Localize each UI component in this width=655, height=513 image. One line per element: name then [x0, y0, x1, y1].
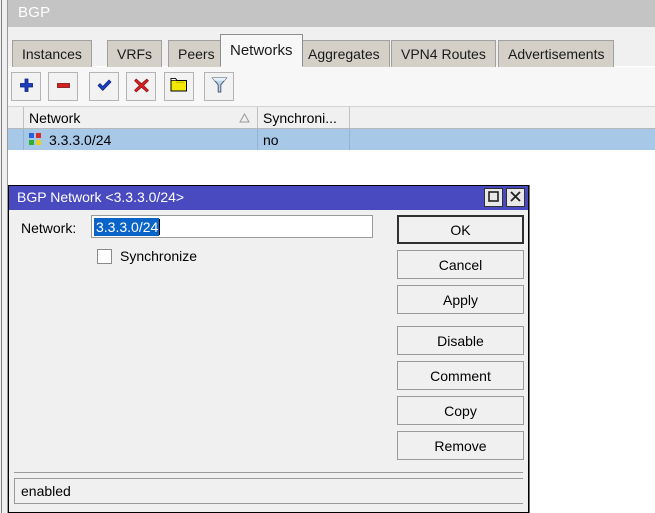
button-label: OK — [450, 222, 470, 238]
dialog-status-text: enabled — [21, 483, 71, 499]
dialog-body: Network: 3.3.3.0/24 Synchronize OK Cance… — [9, 210, 528, 512]
button-label: Comment — [430, 368, 491, 384]
button-label: Copy — [444, 403, 477, 419]
column-header-spare[interactable] — [350, 107, 655, 128]
cell-spare — [350, 129, 655, 150]
network-grid-icon — [29, 133, 42, 146]
apply-button[interactable]: Apply — [397, 285, 524, 314]
row-gutter — [8, 129, 24, 150]
network-field-label: Network: — [21, 220, 76, 236]
remove-button[interactable] — [48, 72, 78, 101]
minus-icon — [55, 77, 72, 97]
table-header-gutter — [8, 107, 24, 128]
bgp-network-dialog: BGP Network <3.3.3.0/24> Network: — [8, 185, 529, 513]
cell-synchronize: no — [258, 129, 350, 150]
tab-aggregates[interactable]: Aggregates — [298, 40, 390, 67]
button-label: Apply — [443, 292, 478, 308]
maximize-button[interactable] — [484, 188, 503, 207]
disable-button[interactable] — [126, 72, 156, 101]
network-input[interactable]: 3.3.3.0/24 — [91, 215, 373, 238]
tab-label: VRFs — [117, 46, 152, 62]
network-input-value: 3.3.3.0/24 — [94, 218, 159, 236]
close-icon — [509, 190, 522, 206]
window-titlebar[interactable]: BGP — [8, 0, 655, 27]
column-header-network[interactable]: Network — [24, 107, 258, 128]
dialog-statusbar: enabled — [14, 478, 523, 504]
plus-icon — [18, 77, 35, 97]
close-button[interactable] — [506, 188, 525, 207]
maximize-icon — [487, 190, 500, 206]
synchronize-checkbox[interactable] — [97, 249, 112, 264]
tab-vrfs[interactable]: VRFs — [107, 40, 162, 67]
tab-label: Networks — [230, 42, 293, 59]
check-icon — [96, 77, 113, 97]
note-icon — [170, 77, 188, 96]
dialog-title: BGP Network <3.3.3.0/24> — [17, 189, 184, 205]
bgp-window: BGP Instances VRFs Peers Networks Aggreg… — [0, 0, 655, 513]
table-header-row: Network Synchroni... — [8, 107, 655, 129]
tab-label: Advertisements — [508, 46, 604, 62]
enable-button[interactable] — [89, 72, 119, 101]
synchronize-label: Synchronize — [120, 248, 197, 264]
cancel-button[interactable]: Cancel — [397, 250, 524, 279]
column-header-synchronize[interactable]: Synchroni... — [258, 107, 350, 128]
ok-button[interactable]: OK — [397, 215, 524, 244]
button-label: Remove — [434, 438, 486, 454]
remove-button[interactable]: Remove — [397, 431, 524, 460]
tab-instances[interactable]: Instances — [12, 40, 92, 67]
tab-label: Peers — [178, 46, 215, 62]
table-row[interactable]: 3.3.3.0/24 no — [8, 129, 655, 150]
add-button[interactable] — [11, 72, 41, 101]
window-left-border — [0, 0, 8, 513]
sort-ascending-icon — [239, 113, 250, 123]
tab-peers[interactable]: Peers — [168, 40, 225, 67]
button-label: Disable — [437, 333, 484, 349]
column-header-label: Synchroni... — [263, 110, 337, 126]
tab-advertisements[interactable]: Advertisements — [498, 40, 614, 67]
cross-icon — [133, 77, 150, 97]
status-divider — [14, 472, 523, 473]
funnel-icon — [211, 76, 228, 97]
dialog-titlebar[interactable]: BGP Network <3.3.3.0/24> — [9, 186, 528, 210]
synchronize-row[interactable]: Synchronize — [97, 248, 197, 264]
disable-button[interactable]: Disable — [397, 326, 524, 355]
tab-label: VPN4 Routes — [401, 46, 486, 62]
text-caret — [159, 219, 160, 235]
tab-label: Aggregates — [308, 46, 380, 62]
button-label: Cancel — [439, 257, 483, 273]
column-header-label: Network — [29, 110, 80, 126]
comment-button[interactable] — [164, 72, 194, 101]
comment-button[interactable]: Comment — [397, 361, 524, 390]
tab-vpn4-routes[interactable]: VPN4 Routes — [391, 40, 496, 67]
cell-synchronize-label: no — [263, 132, 279, 148]
cell-network-label: 3.3.3.0/24 — [49, 132, 111, 148]
copy-button[interactable]: Copy — [397, 396, 524, 425]
cell-network: 3.3.3.0/24 — [24, 129, 258, 150]
tab-strip: Instances VRFs Peers Networks Aggregates… — [8, 27, 655, 67]
toolbar — [8, 67, 655, 107]
window-title: BGP — [18, 4, 50, 21]
tab-label: Instances — [22, 46, 82, 62]
tab-networks[interactable]: Networks — [220, 34, 303, 67]
filter-button[interactable] — [204, 72, 234, 101]
